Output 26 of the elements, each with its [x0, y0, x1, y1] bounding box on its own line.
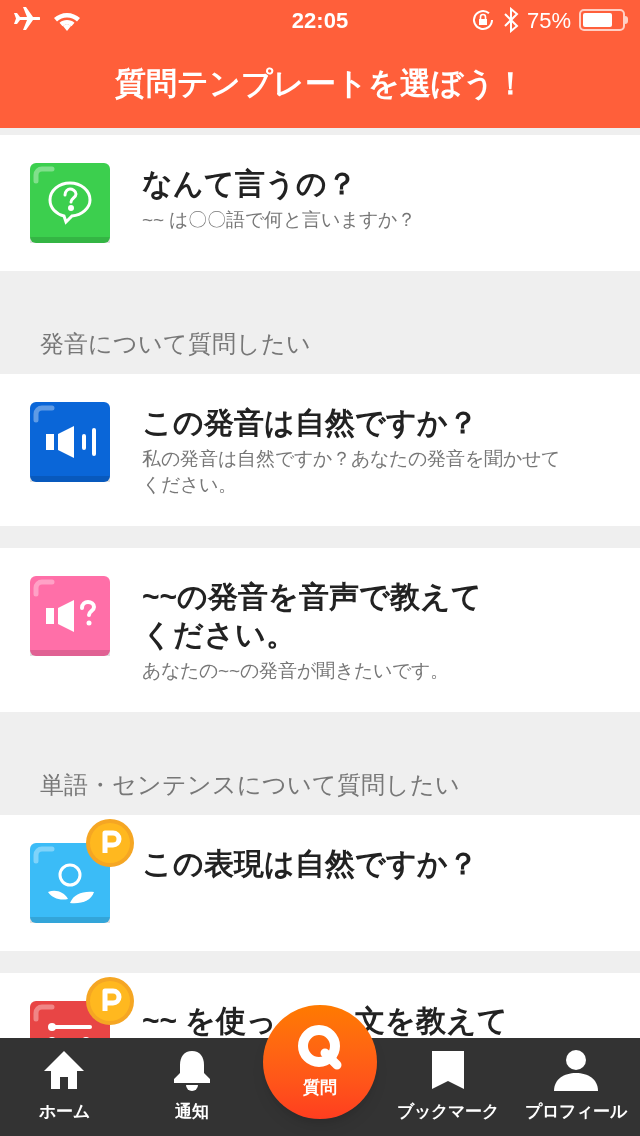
- template-title: この表現は自然ですか？: [142, 846, 479, 882]
- template-card[interactable]: この表現は自然ですか？: [0, 815, 640, 951]
- battery-percentage: 75%: [526, 6, 571, 35]
- template-card[interactable]: ~~の発音を音声で教えてください。 あなたの~~の発音が聞きたいです。: [0, 548, 640, 712]
- airplane-icon: [12, 7, 40, 33]
- rotation-lock-icon: [470, 8, 495, 32]
- template-card[interactable]: なんて言うの？ ~~ は〇〇語で何と言いますか？: [0, 135, 640, 271]
- template-title: なんて言うの？: [142, 166, 358, 202]
- tab-item[interactable]: プロフィール: [512, 1038, 640, 1136]
- screen-title: 質問テンプレートを選ぼう！: [114, 64, 526, 103]
- template-description: ~~ は〇〇語で何と言いますか？: [142, 208, 418, 232]
- home-icon: [43, 1048, 85, 1091]
- section-heading: 発音について質問したい: [40, 330, 311, 357]
- bluetooth-icon: [502, 7, 519, 33]
- profile-icon: [553, 1048, 599, 1091]
- bookmark-icon: [430, 1048, 466, 1091]
- clock-time: 22:05: [291, 6, 349, 35]
- tab-item[interactable]: 通知: [128, 1038, 256, 1136]
- template-title: この発音は自然ですか？: [142, 405, 479, 441]
- section-heading: 単語・センテンスについて質問したい: [40, 771, 460, 798]
- template-description: 私の発音は自然ですか？あなたの発音を聞かせてください。: [142, 447, 561, 497]
- template-title: ~~の発音を音声で教えてください。: [142, 579, 484, 653]
- template-description: あなたの~~の発音が聞きたいです。: [142, 659, 451, 683]
- tab-item[interactable]: ホーム: [0, 1038, 128, 1136]
- tab-item[interactable]: ブックマーク: [384, 1038, 512, 1136]
- template-card[interactable]: この発音は自然ですか？ 私の発音は自然ですか？あなたの発音を聞かせてください。: [0, 374, 640, 526]
